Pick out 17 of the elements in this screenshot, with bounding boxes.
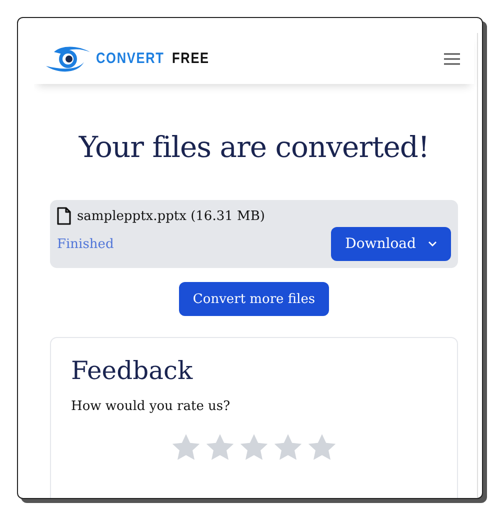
- star-icon[interactable]: [172, 434, 200, 461]
- star-icon[interactable]: [274, 434, 302, 461]
- file-icon: [57, 207, 71, 225]
- star-icon[interactable]: [206, 434, 234, 461]
- chevron-down-icon: [428, 241, 437, 247]
- rating-question: How would you rate us?: [71, 399, 232, 414]
- convert-more-button[interactable]: Convert more files: [178, 282, 330, 316]
- feedback-title: Feedback: [71, 356, 194, 385]
- file-name: samplepptx.pptx (16.31 MB): [77, 208, 265, 224]
- logo-text: FREE: [172, 50, 210, 67]
- logo-text: CONVERT: [96, 50, 164, 67]
- download-button[interactable]: Download: [331, 227, 451, 261]
- star-icon[interactable]: [240, 434, 268, 461]
- menu-icon[interactable]: [444, 52, 460, 64]
- page-title: Your files are converted!: [78, 130, 430, 164]
- star-icon[interactable]: [308, 434, 336, 461]
- status-text: Finished: [57, 236, 114, 252]
